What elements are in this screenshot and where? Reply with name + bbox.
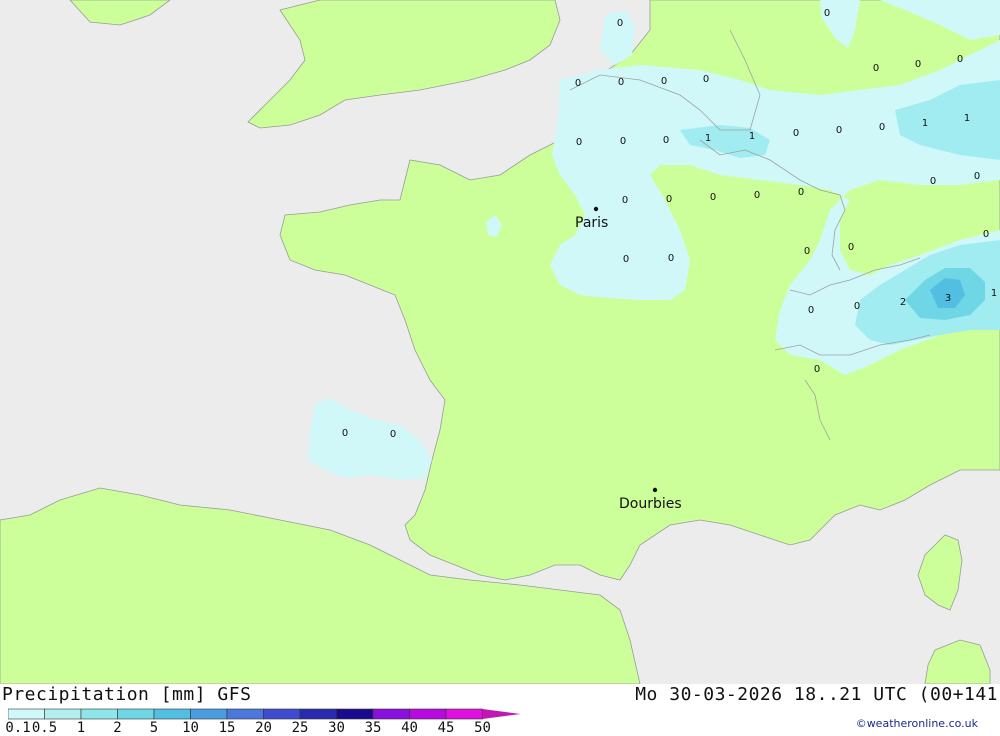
value-label: 0 [618,77,624,88]
city-dot-paris [593,206,599,212]
value-label: 1 [964,113,970,124]
value-label: 0 [793,128,799,139]
legend-label: 0.5 [31,720,58,736]
value-label: 1 [922,118,928,129]
value-label: 0 [575,78,581,89]
legend-label: 45 [437,720,455,736]
legend-arrow [482,709,521,719]
value-label: 0 [620,136,626,147]
value-label: 0 [754,190,760,201]
precipitation-map[interactable]: Paris Dourbies 0 0 0 0 0 0 0 0 0 0 1 1 0… [0,0,1000,685]
legend-colorbar [8,708,521,720]
legend-label: 35 [364,720,382,736]
value-label: 0 [668,253,674,264]
city-label-dourbies: Dourbies [619,496,682,512]
value-label: 0 [804,246,810,257]
value-label: 0 [915,59,921,70]
value-label: 0 [390,429,396,440]
value-label: 0 [666,194,672,205]
city-label-paris: Paris [575,215,608,231]
legend-swatch [80,708,118,720]
value-label: 0 [576,137,582,148]
legend-label: 20 [255,720,272,736]
value-label: 0 [663,135,669,146]
legend-swatch [372,708,410,720]
value-label: 0 [974,171,980,182]
value-label: 0 [710,192,716,203]
value-label: 0 [983,229,989,240]
value-label: 0 [836,125,842,136]
legend-swatch [409,708,447,720]
legend-label: 25 [291,720,309,736]
legend-swatch [299,708,337,720]
value-label: 0 [661,76,667,87]
value-label: 0 [873,63,879,74]
legend-swatch [263,708,301,720]
value-label: 0 [879,122,885,133]
map-title: Precipitation [mm] GFS [2,684,252,705]
legend-label: 2 [113,720,122,736]
city-dot-dourbies [652,487,658,493]
legend-label: 30 [328,720,345,736]
legend-swatch [190,708,228,720]
value-label: 0 [703,74,709,85]
legend-label: 15 [218,720,236,736]
legend-label: 10 [182,720,199,736]
value-label: 0 [854,301,860,312]
value-label: 0 [808,305,814,316]
value-label: 1 [991,288,997,299]
value-label: 0 [617,18,623,29]
value-label: 0 [798,187,804,198]
legend-swatch [226,708,264,720]
value-label: 0 [814,364,820,375]
valid-time: Mo 30-03-2026 18..21 UTC (00+141 [635,684,998,705]
legend-swatch [8,708,45,720]
value-label: 3 [945,293,951,304]
value-label: 0 [623,254,629,265]
value-label: 2 [900,297,906,308]
value-label: 0 [824,8,830,19]
legend-label: 1 [76,720,86,736]
legend-label: 40 [401,720,418,736]
value-label: 1 [705,133,711,144]
legend-swatch [445,708,483,720]
value-label: 0 [957,54,963,65]
credit-link[interactable]: ©weatheronline.co.uk [856,717,978,730]
value-label: 0 [930,176,936,187]
legend-swatch [153,708,191,720]
legend-label: 0.1 [5,720,31,736]
legend-swatch [117,708,155,720]
legend-label: 50 [474,720,491,736]
value-label: 0 [848,242,854,253]
legend-swatch [44,708,82,720]
value-label: 1 [749,131,755,142]
value-label: 0 [342,428,348,439]
legend-swatch [336,708,374,720]
value-label: 0 [622,195,628,206]
legend-label: 5 [149,720,159,736]
footer: Precipitation [mm] GFS Mo 30-03-2026 18.… [0,684,1000,736]
